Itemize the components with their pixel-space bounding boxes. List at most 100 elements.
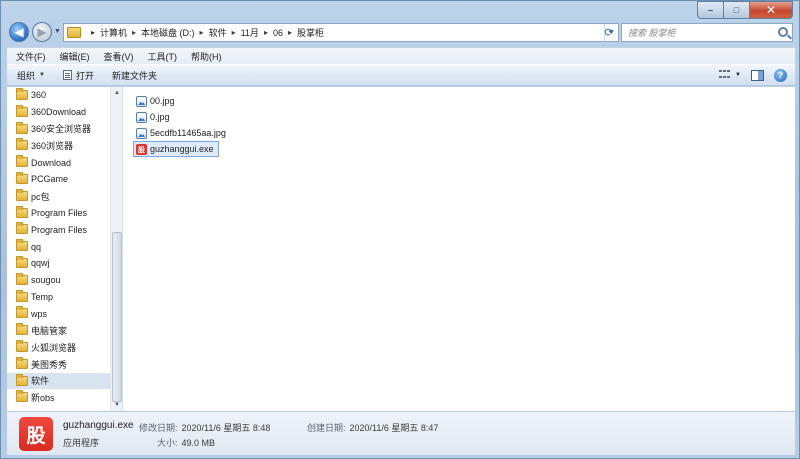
folder-icon bbox=[16, 373, 28, 386]
sidebar-item-label: 电脑管家 bbox=[31, 326, 68, 337]
sidebar-item-360[interactable]: 360 bbox=[7, 87, 111, 104]
sidebar-item-qq[interactable]: qq bbox=[7, 238, 111, 255]
menu-help[interactable]: 帮助(H) bbox=[184, 50, 229, 63]
details-pane: 股 guzhanggui.exe 应用程序 修改日期: 2020/11/6 星期五… bbox=[7, 411, 795, 455]
open-button[interactable]: 打开 bbox=[62, 69, 94, 82]
open-label: 打开 bbox=[75, 70, 94, 81]
breadcrumb-item[interactable]: 计算机 bbox=[100, 26, 127, 39]
chevron-right-icon[interactable]: ▸ bbox=[264, 28, 268, 37]
folder-icon bbox=[16, 339, 28, 352]
sidebar-item-sougou[interactable]: sougou bbox=[7, 272, 111, 289]
app-icon: 股 bbox=[136, 144, 147, 155]
help-button[interactable]: ? bbox=[774, 68, 787, 82]
sidebar-item-software[interactable]: 软件 bbox=[7, 372, 111, 390]
recent-pages-dropdown[interactable]: ▼ bbox=[54, 28, 61, 35]
list-item[interactable]: 股 guzhanggui.exe bbox=[133, 141, 219, 157]
minimize-button[interactable]: – bbox=[697, 1, 723, 19]
file-name: 0.jpg bbox=[150, 112, 170, 122]
sidebar-item-label: 火狐浏览器 bbox=[31, 342, 77, 353]
sidebar-item-360download[interactable]: 360Download bbox=[7, 104, 111, 121]
refresh-icon: ⟳ bbox=[604, 26, 614, 39]
file-list-view[interactable]: 00.jpg 0.jpg 5ecdfb11465aa.jpg 股 guzhang… bbox=[123, 87, 795, 411]
menu-tools[interactable]: 工具(T) bbox=[141, 50, 185, 63]
chevron-right-icon[interactable]: ▸ bbox=[288, 28, 292, 37]
created-label: 创建日期: bbox=[307, 423, 346, 433]
organize-label: 组织 bbox=[17, 70, 36, 81]
folder-icon bbox=[16, 356, 28, 369]
close-button[interactable]: ✕ bbox=[749, 1, 793, 19]
breadcrumb-item[interactable]: 股掌柜 bbox=[297, 26, 324, 39]
sidebar-item-firefox[interactable]: 火狐浏览器 bbox=[7, 339, 111, 356]
file-name: 5ecdfb11465aa.jpg bbox=[150, 128, 226, 138]
sidebar-item-label: 360安全浏览器 bbox=[31, 124, 92, 135]
new-folder-button[interactable]: 新建文件夹 bbox=[112, 69, 157, 82]
sidebar-item-label: wps bbox=[31, 308, 48, 319]
chevron-right-icon[interactable]: ▸ bbox=[132, 28, 136, 37]
sidebar-item-label: 360 bbox=[31, 90, 47, 101]
background-titlebar bbox=[61, 5, 531, 19]
explorer-window: – □ ✕ ◀ ▶ ▼ ▸ 计算机 ▸ 本地磁盘 (D:) ▸ 软件 ▸ 11月… bbox=[0, 0, 800, 459]
maximize-button[interactable]: □ bbox=[723, 1, 749, 19]
sidebar-item-360-safe-browser[interactable]: 360安全浏览器 bbox=[7, 121, 111, 138]
sidebar-item-pcgame[interactable]: PCGame bbox=[7, 171, 111, 188]
view-options-icon bbox=[719, 70, 731, 80]
search-input[interactable]: 搜索 股掌柜 bbox=[621, 23, 793, 42]
scroll-down-icon[interactable]: ▼ bbox=[111, 399, 122, 411]
image-file-icon bbox=[136, 112, 147, 123]
breadcrumb-item[interactable]: 本地磁盘 (D:) bbox=[141, 26, 195, 39]
chevron-right-icon[interactable]: ▸ bbox=[91, 28, 95, 37]
size-label: 大小: bbox=[157, 438, 178, 448]
breadcrumb-item[interactable]: 11月 bbox=[241, 26, 259, 39]
change-view-button[interactable]: ▼ bbox=[719, 70, 741, 80]
sidebar-item-pc-manager[interactable]: 电脑管家 bbox=[7, 322, 111, 339]
sidebar-item-label: 新obs bbox=[31, 393, 55, 404]
sidebar-item-temp[interactable]: Temp bbox=[7, 289, 111, 306]
chevron-right-icon[interactable]: ▸ bbox=[200, 28, 204, 37]
preview-pane-button[interactable] bbox=[751, 69, 764, 81]
folder-icon bbox=[67, 27, 81, 38]
app-icon: 股 bbox=[19, 417, 53, 451]
sidebar-item-pc-package[interactable]: pc包 bbox=[7, 188, 111, 205]
folder-icon bbox=[16, 323, 28, 336]
back-button[interactable]: ◀ bbox=[9, 22, 29, 42]
address-bar[interactable]: ▸ 计算机 ▸ 本地磁盘 (D:) ▸ 软件 ▸ 11月 ▸ 06 ▸ 股掌柜 … bbox=[63, 23, 619, 42]
folder-icon bbox=[16, 222, 28, 235]
details-file-type: 应用程序 bbox=[63, 438, 100, 448]
menu-bar: 文件(F) 编辑(E) 查看(V) 工具(T) 帮助(H) bbox=[7, 47, 795, 64]
sidebar-item-wps[interactable]: wps bbox=[7, 305, 111, 322]
breadcrumb-item[interactable]: 软件 bbox=[209, 26, 227, 39]
folder-icon bbox=[16, 205, 28, 218]
forward-button[interactable]: ▶ bbox=[32, 22, 52, 42]
breadcrumb-item[interactable]: 06 bbox=[273, 28, 283, 38]
organize-button[interactable]: 组织 ▼ bbox=[17, 69, 45, 82]
chevron-right-icon[interactable]: ▸ bbox=[232, 28, 236, 37]
list-item[interactable]: 5ecdfb11465aa.jpg bbox=[133, 125, 231, 141]
sidebar-item-new-obs[interactable]: 新obs bbox=[7, 389, 111, 406]
folder-icon bbox=[16, 121, 28, 134]
refresh-button[interactable]: ⟳ bbox=[601, 24, 617, 40]
forward-arrow-icon: ▶ bbox=[37, 25, 47, 39]
menu-file[interactable]: 文件(F) bbox=[9, 50, 53, 63]
sidebar-item-meitu[interactable]: 美图秀秀 bbox=[7, 356, 111, 373]
sidebar-item-download[interactable]: Download bbox=[7, 154, 111, 171]
list-item[interactable]: 0.jpg bbox=[133, 109, 175, 125]
sidebar-item-360-browser[interactable]: 360浏览器 bbox=[7, 137, 111, 154]
scroll-up-icon[interactable]: ▲ bbox=[111, 87, 122, 99]
list-item[interactable]: 00.jpg bbox=[133, 93, 180, 109]
sidebar-item-program-files[interactable]: Program Files bbox=[7, 205, 111, 222]
folder-icon bbox=[16, 255, 28, 268]
sidebar-item-label: 360浏览器 bbox=[31, 141, 74, 152]
sidebar-item-label: Temp bbox=[31, 291, 54, 302]
modified-label: 修改日期: bbox=[139, 423, 178, 433]
sidebar-item-qqwj[interactable]: qqwj bbox=[7, 255, 111, 272]
sidebar-item-label: Program Files bbox=[31, 224, 88, 235]
menu-view[interactable]: 查看(V) bbox=[97, 50, 141, 63]
sidebar-item-program-files-x86[interactable]: Program Files bbox=[7, 221, 111, 238]
scroll-thumb[interactable] bbox=[112, 232, 122, 402]
window-caption-buttons: – □ ✕ bbox=[697, 1, 793, 19]
folder-icon bbox=[16, 390, 28, 403]
command-bar: 组织 ▼ 打开 新建文件夹 ▼ ? bbox=[7, 64, 795, 86]
menu-edit[interactable]: 编辑(E) bbox=[53, 50, 97, 63]
sidebar-item-label: sougou bbox=[31, 275, 61, 286]
navigation-scrollbar[interactable]: ▲ ▼ bbox=[110, 87, 122, 411]
